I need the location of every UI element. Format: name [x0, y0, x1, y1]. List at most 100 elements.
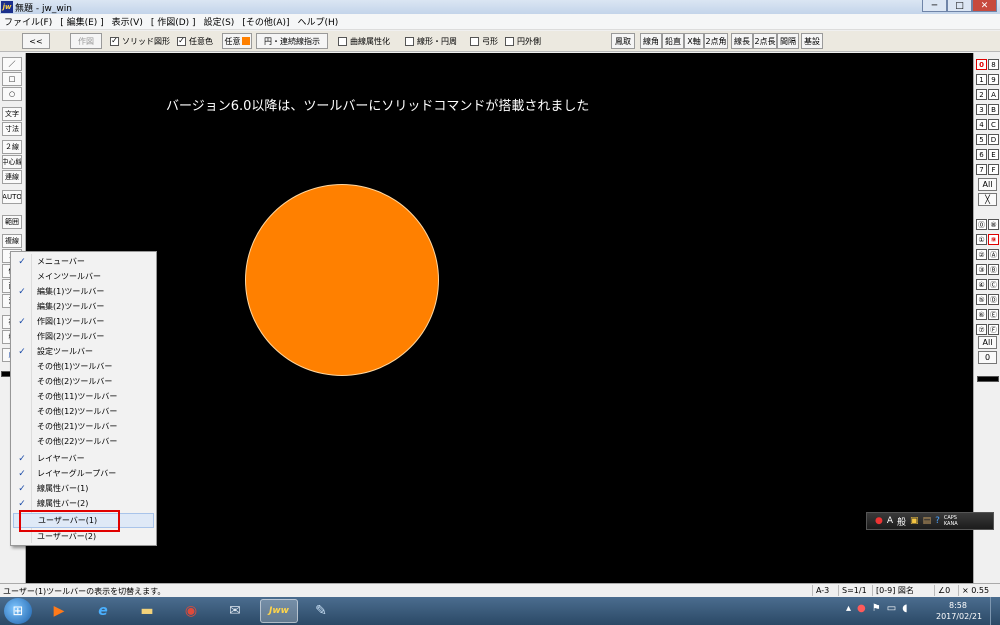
ime-pad-icon[interactable]: ▤ [923, 516, 932, 526]
layer-group-button[interactable]: ① [976, 234, 987, 245]
menu-other[interactable]: [その他(A)] [238, 15, 293, 28]
layer-button[interactable]: A [988, 89, 999, 100]
toolbar-right-button[interactable]: 間隔 [777, 33, 799, 49]
menu-draw[interactable]: [ 作図(D) ] [147, 15, 200, 28]
toolbar-right-button[interactable]: 鉛直 [662, 33, 684, 49]
layer-off-button[interactable]: ╳ [978, 193, 997, 206]
layer-all-button[interactable]: All [978, 178, 997, 191]
double-line-tool-button[interactable]: ２線 [2, 140, 22, 154]
menu-item-menubar[interactable]: ✓ メニューバー [13, 254, 154, 269]
line-tool-button[interactable]: ／ [2, 57, 22, 71]
zoom-status[interactable]: × 0.55 [958, 585, 992, 596]
menu-item-other11-toolbar[interactable]: その他(11)ツールバー [13, 389, 154, 404]
layer-group-button[interactable]: ⑨ [988, 234, 999, 245]
line-type-indicator[interactable] [977, 376, 999, 382]
arc-checkbox[interactable]: 弓形 [470, 34, 498, 48]
toolbar-right-button[interactable]: 2点長 [753, 33, 777, 49]
volume-icon[interactable]: ◖ [902, 603, 907, 614]
chrome-icon[interactable]: ◉ [174, 599, 208, 623]
connect-line-tool-button[interactable]: 連線 [2, 170, 22, 184]
any-color-checkbox[interactable]: ✓ 任意色 [177, 34, 213, 48]
antivirus-icon[interactable]: ● [857, 603, 866, 614]
menu-item-draw2-toolbar[interactable]: 作図(2)ツールバー [13, 329, 154, 344]
layer-button[interactable]: 4 [976, 119, 987, 130]
paper-size[interactable]: A-3 [812, 585, 832, 596]
menu-file[interactable]: ファイル(F) [0, 15, 56, 28]
flag-icon[interactable]: ⚑ [872, 603, 881, 614]
paint-icon[interactable]: ✎ [304, 599, 338, 623]
layer-group-button[interactable]: Ⓔ [988, 309, 999, 320]
jw-cad-taskbar-button[interactable]: Jww [260, 599, 298, 623]
layer-group-button[interactable]: ③ [976, 264, 987, 275]
layer-button[interactable]: 0 [976, 59, 987, 70]
layer-group-button[interactable]: Ⓑ [988, 264, 999, 275]
layer-button[interactable]: E [988, 149, 999, 160]
menu-item-draw1-toolbar[interactable]: ✓ 作図(1)ツールバー [13, 314, 154, 329]
menu-item-line-attr-bar1[interactable]: ✓ 線属性バー(1) [13, 481, 154, 496]
menu-item-layer-bar[interactable]: ✓ レイヤーバー [13, 451, 154, 466]
layer-group-button[interactable]: Ⓕ [988, 324, 999, 335]
center-line-tool-button[interactable]: 中心線 [2, 155, 22, 169]
toolbar-right-button[interactable]: 線長 [731, 33, 753, 49]
maximize-button[interactable]: □ [947, 0, 972, 12]
copy-line-tool-button[interactable]: 複線 [2, 234, 22, 248]
curve-attr-checkbox[interactable]: 曲線属性化 [338, 34, 390, 48]
menu-edit[interactable]: [ 編集(E) ] [56, 15, 107, 28]
menu-item-line-attr-bar2[interactable]: ✓ 線属性バー(2) [13, 496, 154, 511]
menu-item-other1-toolbar[interactable]: その他(1)ツールバー [13, 359, 154, 374]
layer-group-button[interactable]: ⑧ [988, 219, 999, 230]
layer-group-button[interactable]: Ⓓ [988, 294, 999, 305]
range-tool-button[interactable]: 範囲 [2, 215, 22, 229]
layer-button[interactable]: F [988, 164, 999, 175]
menu-view[interactable]: 表示(V) [108, 15, 147, 28]
toolbar-right-button[interactable]: 基設 [801, 33, 823, 49]
menu-item-other2-toolbar[interactable]: その他(2)ツールバー [13, 374, 154, 389]
layer-button[interactable]: 7 [976, 164, 987, 175]
dimension-tool-button[interactable]: 寸法 [2, 122, 22, 136]
menu-help[interactable]: ヘルプ(H) [294, 15, 343, 28]
explorer-folder-icon[interactable]: ▬ [130, 599, 164, 623]
layer-button[interactable]: 1 [976, 74, 987, 85]
menu-item-edit2-toolbar[interactable]: 編集(2)ツールバー [13, 299, 154, 314]
layer-button[interactable]: D [988, 134, 999, 145]
ime-language-bar[interactable]: ● A 般 ▣ ▤ ? CAPS KANA [866, 512, 994, 530]
rect-tool-button[interactable]: □ [2, 72, 22, 86]
ime-mode[interactable]: A [887, 516, 893, 526]
solid-shape-checkbox[interactable]: ✓ ソリッド図形 [110, 34, 170, 48]
show-desktop-button[interactable] [990, 597, 1000, 625]
ime-kana-mode[interactable]: 般 [897, 515, 906, 528]
layer-group-button[interactable]: ⑥ [976, 309, 987, 320]
layer-group-button[interactable]: Ⓒ [988, 279, 999, 290]
minimize-button[interactable]: ─ [922, 0, 947, 12]
toolbar-right-button[interactable]: X軸 [684, 33, 704, 49]
sakuzu-button[interactable]: 作図 [70, 33, 102, 49]
clock[interactable]: 8:58 2017/02/21 [936, 600, 982, 622]
layer-button[interactable]: 2 [976, 89, 987, 100]
layer-button[interactable]: 6 [976, 149, 987, 160]
close-button[interactable]: ✕ [972, 0, 997, 12]
layer-group-button[interactable]: ④ [976, 279, 987, 290]
layer-button[interactable]: 5 [976, 134, 987, 145]
auto-tool-button[interactable]: AUTO [2, 190, 22, 204]
toolbar-right-button[interactable]: 線角 [640, 33, 662, 49]
layer-button[interactable]: 8 [988, 59, 999, 70]
nav-back-button[interactable]: << [22, 33, 50, 49]
layer-group-button[interactable]: Ⓐ [988, 249, 999, 260]
text-tool-button[interactable]: 文字 [2, 107, 22, 121]
menu-item-other12-toolbar[interactable]: その他(12)ツールバー [13, 404, 154, 419]
internet-explorer-icon[interactable]: e [86, 599, 120, 623]
scale[interactable]: S=1/1 [838, 585, 870, 596]
tray-arrow-icon[interactable]: ▴ [846, 603, 851, 614]
layer-button[interactable]: 9 [988, 74, 999, 85]
menu-item-other22-toolbar[interactable]: その他(22)ツールバー [13, 434, 154, 449]
layer-group-button[interactable]: ⓪ [976, 219, 987, 230]
menu-item-main-toolbar[interactable]: メインツールバー [13, 269, 154, 284]
menu-item-layer-group-bar[interactable]: ✓ レイヤーグループバー [13, 466, 154, 481]
toolbar-right-button[interactable]: 2点角 [704, 33, 728, 49]
ime-tools-icon[interactable]: ▣ [910, 516, 919, 526]
media-player-icon[interactable]: ▶ [42, 599, 76, 623]
network-icon[interactable]: ▭ [887, 603, 896, 614]
circle-tool-button[interactable]: ○ [2, 87, 22, 101]
layer-group-zero-button[interactable]: 0 [978, 351, 997, 364]
layer-group-button[interactable]: ⑤ [976, 294, 987, 305]
